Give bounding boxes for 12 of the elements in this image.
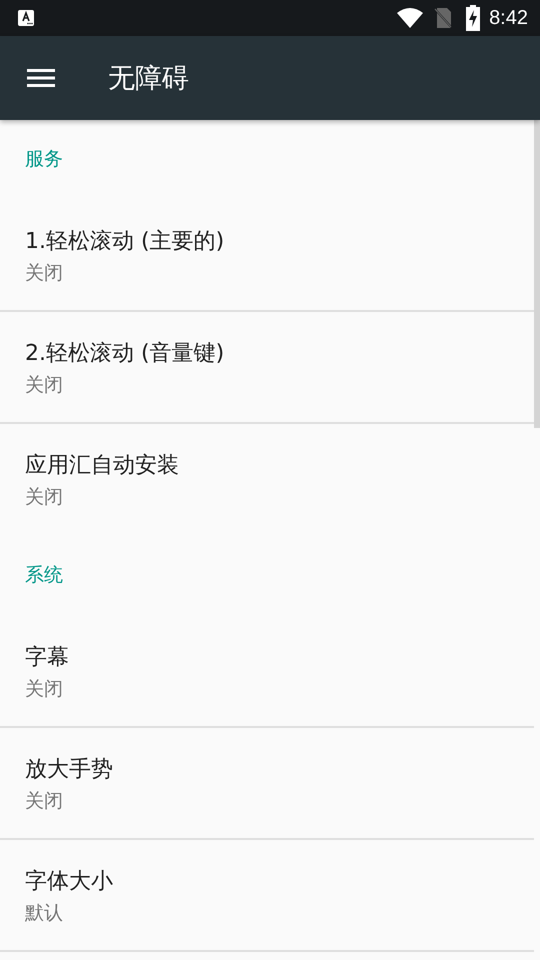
notification-icon bbox=[18, 10, 34, 26]
clock-time: 8:42 bbox=[489, 6, 528, 30]
settings-item[interactable]: 放大手势 关闭 bbox=[0, 728, 534, 840]
settings-item[interactable]: 字幕 关闭 bbox=[0, 616, 534, 728]
wifi-icon bbox=[397, 8, 424, 28]
battery-charging-icon bbox=[465, 5, 482, 31]
settings-item[interactable]: 字体大小 默认 bbox=[0, 840, 534, 952]
section-header: 系统 bbox=[24, 563, 64, 588]
section-header: 服务 bbox=[24, 147, 64, 172]
no-sim-icon bbox=[433, 7, 454, 29]
settings-item[interactable]: 应用汇自动安装 关闭 bbox=[0, 424, 534, 536]
screen-title: 无障碍 bbox=[108, 62, 189, 96]
